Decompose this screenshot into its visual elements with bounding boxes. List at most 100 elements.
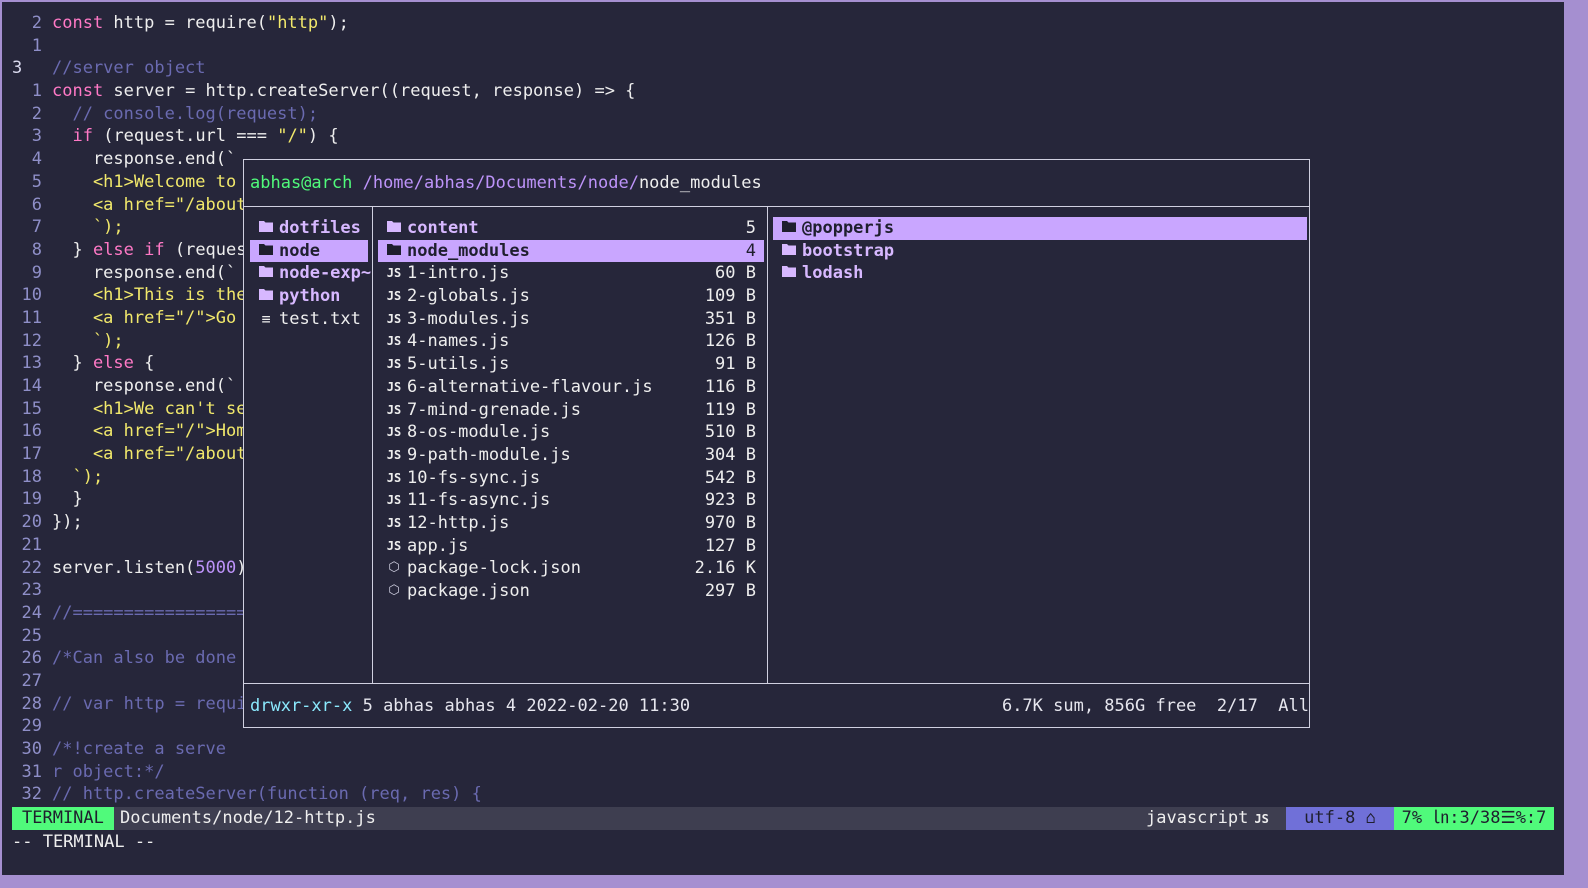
code-token: /*!create a serve bbox=[52, 739, 226, 759]
javascript-file-icon: JS bbox=[386, 334, 402, 349]
file-entry[interactable]: JS 2-globals.js 109 B bbox=[378, 285, 764, 308]
file-entry[interactable]: ≡ test.txt bbox=[250, 308, 368, 331]
folder-icon bbox=[258, 262, 274, 285]
file-entry[interactable]: JS 9-path-module.js 304 B bbox=[378, 444, 764, 467]
code-text: `); bbox=[52, 330, 124, 353]
file-entry[interactable]: node-exp~ bbox=[250, 262, 371, 285]
code-token: `); bbox=[52, 466, 104, 487]
file-name: 5-utils.js bbox=[407, 354, 510, 375]
text-file-icon: ≡ bbox=[261, 309, 271, 328]
file-entry[interactable]: JS 1-intro.js 60 B bbox=[378, 262, 764, 285]
file-entry[interactable]: JS 4-names.js 126 B bbox=[378, 330, 764, 353]
file-size: 116 B bbox=[704, 376, 756, 397]
line-number: 14 bbox=[21, 376, 42, 396]
file-meta: 5 abhas abhas 4 2022-02-20 11:30 bbox=[352, 696, 691, 716]
file-size: 127 B bbox=[704, 535, 756, 556]
code-token: "/" bbox=[277, 126, 308, 147]
preview-column: @popperjs bootstrap lodash bbox=[773, 217, 1307, 285]
file-name: 4-names.js bbox=[407, 331, 510, 352]
code-text: response.end(` bbox=[52, 148, 236, 171]
code-text: /*Can also be done bbox=[52, 647, 236, 670]
line-number: 28 bbox=[21, 693, 42, 714]
divider bbox=[767, 207, 768, 683]
code-line: 1 bbox=[2, 35, 1564, 58]
path-bar: abhas@arch /home/abhas/Documents/node/no… bbox=[250, 172, 762, 195]
file-entry[interactable]: JS 8-os-module.js 510 B bbox=[378, 421, 764, 444]
line-number: 26 bbox=[21, 648, 42, 669]
file-size: 91 B bbox=[715, 354, 756, 375]
permissions: drwxr-xr-x bbox=[250, 696, 353, 716]
javascript-file-icon: JS bbox=[386, 311, 402, 326]
code-line: 3 if (request.url === "/") { bbox=[2, 125, 1564, 148]
file-entry[interactable]: lodash bbox=[773, 262, 1307, 285]
code-token: (request.url === bbox=[92, 126, 278, 147]
file-entry[interactable]: JS 10-fs-sync.js 542 B bbox=[378, 467, 764, 490]
file-entry[interactable]: ⬡ package.json 297 B bbox=[378, 580, 764, 603]
file-entry[interactable]: JS 11-fs-async.js 923 B bbox=[378, 489, 764, 512]
line-number: 22 bbox=[21, 557, 42, 578]
file-entry[interactable]: JS 6-alternative-flavour.js 116 B bbox=[378, 376, 764, 399]
current-column: content 5 node_modules 4 JS 1-intro.js 60 B JS 2… bbox=[378, 217, 764, 603]
file-size: 510 B bbox=[704, 422, 756, 443]
file-size: 4 bbox=[745, 240, 756, 261]
file-name: 10-fs-sync.js bbox=[407, 467, 541, 488]
line-number: 1 bbox=[31, 35, 42, 56]
file-name: python bbox=[279, 286, 341, 307]
code-token: } bbox=[52, 489, 83, 510]
line-number: 25 bbox=[21, 625, 42, 646]
file-size: 2.16 K bbox=[694, 558, 756, 579]
encoding-label: utf-8 bbox=[1304, 808, 1366, 828]
line-number: 6 bbox=[31, 194, 42, 215]
file-size: 60 B bbox=[715, 263, 756, 284]
file-entry[interactable]: JS 7-mind-grenade.js 119 B bbox=[378, 399, 764, 422]
file-entry[interactable]: @popperjs bbox=[773, 217, 1307, 240]
file-name: lodash bbox=[802, 263, 864, 284]
line-number: 5 bbox=[31, 171, 42, 192]
line-number: 1 bbox=[31, 81, 42, 102]
file-entry[interactable]: dotfiles bbox=[250, 217, 368, 240]
line-number: 23 bbox=[21, 580, 42, 601]
file-entry[interactable]: node_modules 4 bbox=[378, 239, 764, 263]
file-name: 6-alternative-flavour.js bbox=[407, 376, 653, 397]
file-entry[interactable]: python bbox=[250, 285, 368, 308]
code-token: ) { bbox=[307, 126, 339, 147]
file-size: 109 B bbox=[704, 286, 756, 307]
file-path: Documents/node/12-http.js bbox=[120, 808, 376, 828]
file-entry[interactable]: JS 12-http.js 970 B bbox=[378, 512, 764, 535]
line-number: 27 bbox=[21, 670, 42, 691]
code-token: //================= bbox=[52, 602, 247, 623]
code-line: 1 const server = http.createServer((reque… bbox=[2, 80, 1564, 103]
file-entry[interactable]: bootstrap bbox=[773, 240, 1307, 263]
command-line[interactable]: -- TERMINAL -- bbox=[12, 831, 155, 854]
code-token: server.listen( bbox=[52, 557, 196, 578]
file-entry[interactable]: content 5 bbox=[378, 217, 764, 240]
file-name: dotfiles bbox=[279, 218, 361, 238]
code-token: ); bbox=[328, 13, 349, 33]
line-number: 16 bbox=[21, 421, 42, 442]
javascript-file-icon: JS bbox=[386, 538, 402, 553]
code-text: //================= bbox=[52, 602, 246, 625]
code-token: <h1>This is the bbox=[52, 285, 247, 306]
file-entry[interactable]: JS 3-modules.js 351 B bbox=[378, 308, 764, 331]
line-number: 7 bbox=[31, 217, 42, 238]
file-entry[interactable]: JS app.js 127 B bbox=[378, 535, 764, 558]
user-host: abhas@arch bbox=[250, 173, 353, 193]
file-entry[interactable]: node bbox=[250, 239, 368, 263]
code-token: `); bbox=[52, 217, 124, 238]
filetype: javascript JS bbox=[1146, 807, 1269, 831]
file-entry[interactable]: JS 5-utils.js 91 B bbox=[378, 353, 764, 376]
file-entry[interactable]: ⬡ package-lock.json 2.16 K bbox=[378, 557, 764, 580]
code-token: const bbox=[52, 13, 104, 33]
file-name: 9-path-module.js bbox=[407, 444, 571, 465]
file-name: 3-modules.js bbox=[407, 308, 530, 329]
file-size: 923 B bbox=[704, 490, 756, 511]
code-token: //server object bbox=[52, 58, 206, 79]
javascript-file-icon: JS bbox=[386, 493, 402, 508]
code-token: response.end(` bbox=[52, 376, 237, 396]
line-number: 20 bbox=[21, 512, 42, 533]
code-text: <h1>This is the bbox=[52, 284, 247, 307]
code-text: <a href="/about bbox=[52, 194, 247, 217]
code-text: //server object bbox=[52, 57, 206, 80]
code-token: server = http.createServer((request, res… bbox=[103, 81, 636, 102]
